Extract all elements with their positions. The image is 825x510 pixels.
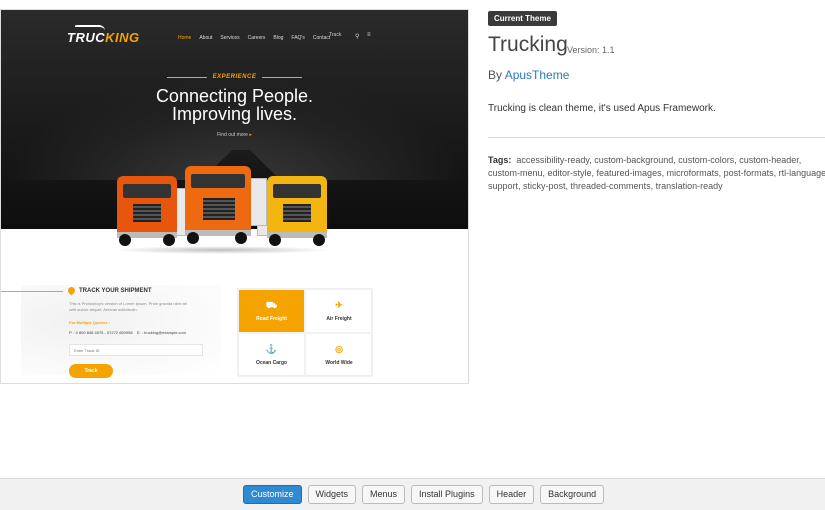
kicker-rule-right — [262, 76, 303, 78]
theme-description: Trucking is clean theme, it's used Apus … — [488, 103, 716, 114]
menu-item-about[interactable]: About — [199, 35, 212, 41]
service-road-freight[interactable]: ⛟ Road Freight — [238, 289, 305, 333]
hero-heading-line2: Improving lives. — [171, 104, 298, 124]
tags-list: accessibility-ready, custom-background, … — [488, 155, 825, 191]
service-label: Road Freight — [256, 315, 287, 322]
background-button[interactable]: Background — [540, 485, 605, 504]
hero-kicker: EXPERIENCE — [212, 74, 257, 80]
widgets-button[interactable]: Widgets — [307, 485, 357, 504]
globe-icon: ◎ — [335, 343, 343, 354]
current-theme-badge: Current Theme — [488, 11, 557, 26]
service-ocean-cargo[interactable]: ⚓ Ocean Cargo — [238, 333, 305, 377]
track-button[interactable]: Track — [69, 364, 113, 378]
menus-button[interactable]: Menus — [362, 485, 406, 504]
header-button[interactable]: Header — [488, 485, 535, 504]
arrow-right-icon: ▸ — [249, 132, 252, 138]
truck-image-orange — [113, 170, 197, 250]
truck-wheel — [269, 234, 281, 246]
divider — [488, 137, 825, 138]
theme-author: By ApusTheme — [488, 68, 569, 82]
ship-icon: ⚓ — [265, 343, 278, 354]
truck-shadow — [111, 246, 331, 254]
author-prefix: By — [488, 68, 505, 82]
truck-windshield — [123, 184, 171, 198]
find-out-more-link[interactable]: Find out more ▸ — [1, 132, 468, 138]
plane-icon: ✈ — [335, 299, 343, 310]
truck-image-center — [181, 160, 269, 244]
install-plugins-button[interactable]: Install Plugins — [411, 485, 483, 504]
kicker-rule-left — [166, 76, 207, 78]
service-world-wide[interactable]: ◎ World Wide — [305, 333, 373, 377]
tags-label: Tags: — [488, 155, 512, 165]
multiple-queries-label: For Multiple Queries : — [69, 320, 111, 325]
menu-item-home[interactable]: Home — [178, 35, 191, 41]
menu-item-blog[interactable]: Blog — [273, 35, 283, 41]
customize-button[interactable]: Customize — [243, 485, 302, 504]
site-menu: Home About Services Careers Blog FAQ's C… — [178, 35, 330, 41]
header-track-text[interactable]: Track — [329, 32, 341, 38]
truck-wheel — [313, 234, 325, 246]
author-link[interactable]: ApusTheme — [505, 68, 570, 82]
truck-wheel — [163, 234, 175, 246]
site-header: TRUCKING Home About Services Careers Blo… — [1, 10, 468, 50]
hero-kicker-row: EXPERIENCE — [1, 74, 468, 80]
menu-icon[interactable]: ≡ — [367, 32, 371, 38]
theme-version: Version: 1.1 — [567, 45, 615, 55]
logo-text-part1: TRUC — [67, 30, 106, 45]
truck-grill — [133, 204, 161, 222]
theme-actions: Customize Widgets Menus Install Plugins … — [243, 485, 605, 504]
contact-line: P. : 0 800 848 4575 - 07272 650958 E. : … — [69, 330, 186, 335]
services-grid: ⛟ Road Freight ✈ Air Freight ⚓ Ocean Car… — [237, 288, 373, 377]
service-label: World Wide — [325, 359, 353, 366]
theme-details-view: TRUCKING Home About Services Careers Blo… — [0, 0, 825, 510]
theme-tags: Tags: accessibility-ready, custom-backgr… — [488, 154, 825, 193]
service-label: Ocean Cargo — [255, 359, 288, 366]
menu-item-careers[interactable]: Careers — [248, 35, 266, 41]
truck-icon: ⛟ — [265, 299, 278, 310]
truck-grill — [203, 198, 235, 220]
truck-grill — [283, 204, 311, 222]
truck-wheel — [187, 232, 199, 244]
truck-wheel — [119, 234, 131, 246]
track-title: TRACK YOUR SHIPMENT — [79, 288, 152, 294]
truck-windshield — [191, 174, 245, 188]
contact-email: E. : trucking@example.com — [137, 330, 186, 335]
track-section-rule — [1, 291, 63, 292]
logo-text-part2: KING — [105, 30, 140, 45]
theme-name: Trucking — [488, 33, 568, 56]
site-logo[interactable]: TRUCKING — [67, 30, 140, 45]
service-label: Air Freight — [326, 315, 352, 322]
truck-windshield — [273, 184, 321, 198]
menu-item-faqs[interactable]: FAQ's — [291, 35, 304, 41]
track-id-input[interactable] — [69, 344, 203, 356]
menu-item-services[interactable]: Services — [220, 35, 239, 41]
track-description: This is Photoshop's version of Lorem Ips… — [69, 301, 188, 312]
find-out-more-label: Find out more — [217, 132, 248, 138]
truck-wheel — [235, 232, 247, 244]
search-icon[interactable]: ⚲ — [355, 33, 359, 40]
theme-screenshot: TRUCKING Home About Services Careers Blo… — [0, 9, 469, 384]
menu-item-contact[interactable]: Contact — [313, 35, 330, 41]
truck-image-yellow — [257, 170, 341, 250]
contact-phone: P. : 0 800 848 4575 - 07272 650958 — [69, 330, 133, 335]
service-air-freight[interactable]: ✈ Air Freight — [305, 289, 373, 333]
